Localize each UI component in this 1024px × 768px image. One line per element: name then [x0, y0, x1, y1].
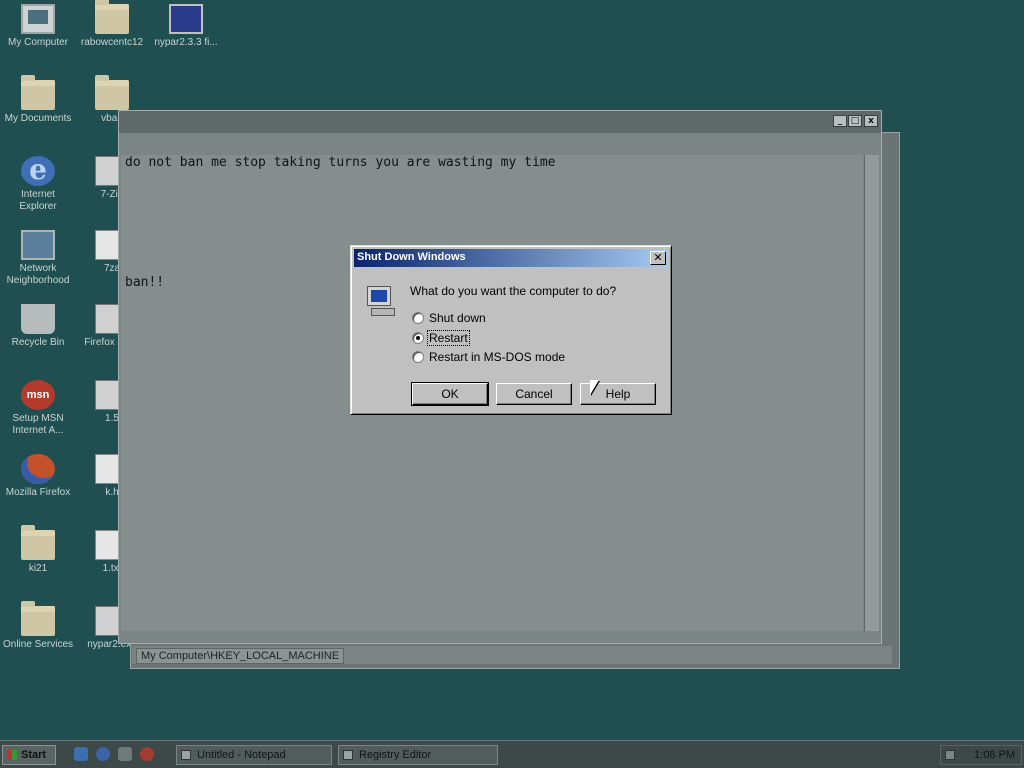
option-label: Shut down	[429, 311, 486, 325]
system-tray: 1:08 PM	[940, 745, 1022, 765]
desktop-icon-online-services[interactable]: Online Services	[2, 601, 74, 651]
minimize-icon[interactable]: _	[833, 115, 847, 127]
my-documents-icon	[21, 75, 55, 110]
icon-label: Online Services	[2, 639, 74, 650]
msn-icon: msn	[21, 380, 55, 410]
desktop-icon-internet-explorer[interactable]: Internet Explorer	[2, 153, 74, 213]
internet-explorer-icon	[21, 153, 55, 186]
cancel-button[interactable]: Cancel	[496, 383, 572, 405]
desktop-icon-recycle-bin[interactable]: Recycle Bin	[2, 304, 74, 349]
close-icon[interactable]: ✕	[650, 251, 666, 265]
dialog-title-bar[interactable]: Shut Down Windows ✕	[354, 249, 668, 267]
folder-icon	[95, 0, 129, 34]
desktop-icon-ki21[interactable]: ki21	[2, 525, 74, 575]
icon-label: Internet Explorer	[19, 189, 57, 212]
mouse-cursor-icon	[590, 380, 599, 395]
ok-button[interactable]: OK	[411, 382, 489, 406]
icon-label: rabowcentc12	[80, 37, 144, 48]
folder-icon	[95, 75, 129, 110]
network-icon	[21, 230, 55, 260]
folder-icon	[21, 601, 55, 636]
shutdown-dialog: Shut Down Windows ✕ What do you want the…	[350, 245, 672, 415]
option-label: Restart	[427, 330, 470, 346]
desktop-icon-my-computer[interactable]: My Computer	[2, 4, 74, 49]
tray-icon[interactable]	[945, 750, 955, 760]
icon-label: ki21	[28, 563, 48, 574]
desktop-icon-my-documents[interactable]: My Documents	[2, 75, 74, 125]
computer-icon	[367, 286, 395, 316]
vertical-scrollbar[interactable]	[864, 155, 879, 631]
firefox-icon	[21, 454, 55, 484]
desktop-icon-nypar-installer[interactable]: nypar2.3.3 fi...	[150, 4, 222, 49]
notepad-line-1: do not ban me stop taking turns you are …	[125, 155, 556, 170]
icon-label: My Computer	[7, 37, 68, 48]
internet-explorer-quicklaunch-icon[interactable]	[96, 747, 110, 761]
folder-icon	[21, 525, 55, 560]
desktop-icon-rabowcentc12[interactable]: rabowcentc12	[76, 0, 148, 49]
desktop-icon-mozilla-firefox[interactable]: Mozilla Firefox	[2, 454, 74, 499]
radio-shut-down[interactable]	[412, 312, 424, 324]
close-icon[interactable]: x	[864, 115, 878, 127]
notepad-title-bar: _ □ x	[119, 111, 881, 133]
icon-label: Setup MSN Internet A...	[12, 413, 64, 436]
outlook-quicklaunch-icon[interactable]	[118, 747, 132, 761]
start-button[interactable]: Start	[2, 745, 56, 765]
dialog-question: What do you want the computer to do?	[410, 284, 617, 298]
icon-label: Recycle Bin	[11, 337, 65, 348]
radio-restart-ms-dos[interactable]	[412, 351, 424, 363]
taskbar-item-notepad[interactable]: Untitled - Notepad	[176, 745, 332, 765]
radio-restart[interactable]	[412, 332, 424, 344]
maximize-icon[interactable]: □	[848, 115, 862, 127]
recycle-bin-icon	[21, 304, 55, 334]
notepad-line-2: ban!!	[125, 275, 165, 290]
icon-label: Network Neighborhood	[6, 263, 70, 286]
icon-label: Mozilla Firefox	[5, 487, 71, 498]
taskbar: Start Untitled - Notepad Registry Editor…	[0, 740, 1024, 768]
firefox-quicklaunch-icon[interactable]	[140, 747, 154, 761]
desktop-icon-network-neighborhood[interactable]: Network Neighborhood	[2, 230, 74, 287]
registry-path: My Computer\HKEY_LOCAL_MACHINE	[136, 648, 345, 664]
registry-status-bar: My Computer\HKEY_LOCAL_MACHINE	[132, 646, 892, 664]
my-computer-icon	[21, 4, 55, 34]
desktop-icon-setup-msn[interactable]: msn Setup MSN Internet A...	[2, 380, 74, 437]
clock[interactable]: 1:08 PM	[974, 749, 1015, 761]
dialog-title: Shut Down Windows	[357, 251, 466, 263]
taskbar-item-registry-editor[interactable]: Registry Editor	[338, 745, 498, 765]
icon-label: nypar2.3.3 fi...	[154, 37, 218, 48]
icon-label: My Documents	[4, 113, 72, 124]
installer-icon	[169, 4, 203, 34]
desktop-quicklaunch-icon[interactable]	[74, 747, 88, 761]
option-label: Restart in MS-DOS mode	[429, 350, 566, 364]
